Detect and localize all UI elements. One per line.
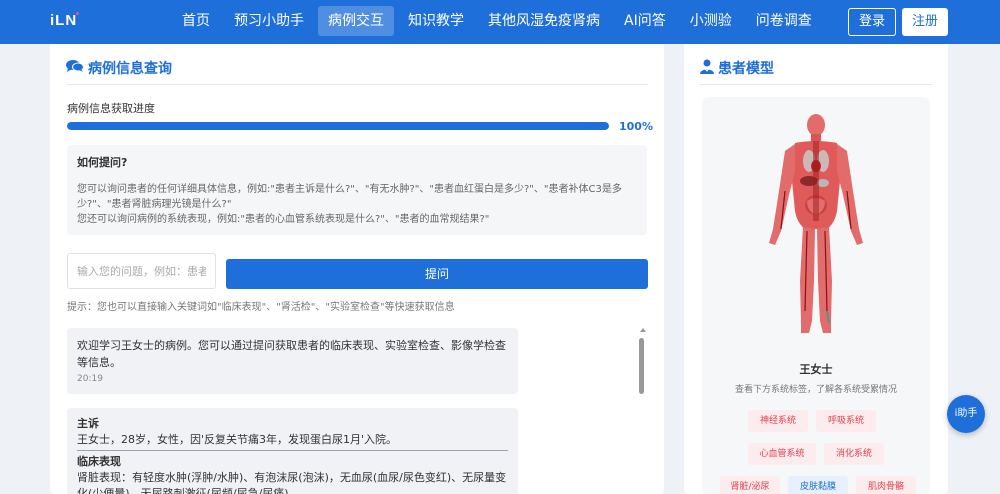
howto-box: 如何提问? 您可以询问患者的任何详细具体信息，例如:"患者主诉是什么?"、"有无… (67, 145, 647, 235)
login-button[interactable]: 登录 (848, 8, 896, 36)
chat-scrollbar-thumb[interactable] (639, 338, 644, 394)
tag-renal-urinary[interactable]: 肾脏/泌尿 (720, 476, 780, 494)
nav-item-other-diseases[interactable]: 其他风湿免疫肾病 (478, 6, 610, 36)
nav-item-quiz[interactable]: 小测验 (680, 6, 742, 36)
tag-cardiovascular-system[interactable]: 心血管系统 (748, 443, 816, 465)
reply-text-clinical: 肾脏表现：有轻度水肿(浮肿/水肿)、有泡沫尿(泡沫)，无血尿(血尿/尿色变红)、… (77, 471, 507, 494)
case-query-panel: 病例信息查询 病例信息获取进度 100% 如何提问? 您可以询问患者的任何详细具… (50, 44, 664, 494)
tag-nervous-system[interactable]: 神经系统 (748, 410, 808, 432)
hint-text: 提示：您也可以直接输入关键词如"临床表现"、"肾活检"、"实验室检查"等快速获取… (67, 302, 455, 313)
scroll-up-arrow-icon[interactable] (640, 328, 646, 332)
title-divider (66, 84, 648, 85)
title-divider (700, 84, 932, 85)
patient-model-title: 患者模型 (700, 58, 774, 78)
nav-item-survey[interactable]: 问卷调查 (746, 6, 822, 36)
patient-model-panel: 患者模型 王女士 查看下方系统标签，了解各系统受累情况 神经系统 呼吸系统 心血… (684, 44, 948, 494)
tag-digestive-system[interactable]: 消化系统 (824, 443, 884, 465)
nav-item-ai-qa[interactable]: AI问答 (614, 6, 676, 36)
progress-bar-fill (67, 122, 609, 130)
progress-bar (67, 122, 609, 130)
body-model-card: 王女士 查看下方系统标签，了解各系统受累情况 神经系统 呼吸系统 心血管系统 消… (702, 97, 930, 494)
chat-bubbles-icon (66, 59, 84, 77)
message-text: 欢迎学习王女士的病例。您可以通过提问获取患者的临床表现、实验室检查、影像学检查等… (77, 339, 506, 369)
tag-respiratory-system[interactable]: 呼吸系统 (816, 410, 876, 432)
tag-skin-mucosa[interactable]: 皮肤黏膜 (788, 476, 848, 494)
patient-hint: 查看下方系统标签，了解各系统受累情况 (734, 385, 897, 395)
chat-message: 欢迎学习王女士的病例。您可以通过提问获取患者的临床表现、实验室检查、影像学检查等… (67, 328, 518, 394)
logo[interactable]: iLN (50, 12, 80, 29)
assistant-float-button[interactable]: i助手 (947, 395, 985, 433)
register-button[interactable]: 注册 (902, 8, 948, 36)
nav-item-knowledge-teaching[interactable]: 知识教学 (398, 6, 474, 36)
ask-button[interactable]: 提问 (226, 259, 648, 289)
howto-title: 如何提问? (77, 156, 128, 169)
human-body-illustration[interactable] (755, 111, 877, 337)
reply-heading-complaint: 主诉 (77, 417, 99, 430)
progress-percent: 100% (619, 120, 653, 133)
progress-label: 病例信息获取进度 (67, 102, 155, 115)
question-input[interactable] (67, 253, 216, 289)
reply-divider (77, 450, 508, 451)
nav-item-preview-assistant[interactable]: 预习小助手 (224, 6, 314, 36)
reply-heading-clinical: 临床表现 (77, 455, 121, 468)
nav-item-case-interaction[interactable]: 病例交互 (318, 6, 394, 36)
chat-history[interactable]: 欢迎学习王女士的病例。您可以通过提问获取患者的临床表现、实验室检查、影像学检查等… (67, 328, 647, 494)
message-time: 20:19 (77, 374, 103, 384)
tag-musculoskeletal[interactable]: 肌肉骨骼 (856, 476, 916, 494)
howto-line-2: 您还可以询问病例的系统表现，例如:"患者的心血管系统表现是什么?"、"患者的血常… (77, 214, 490, 225)
reply-text-complaint: 王女士，28岁，女性，因'反复关节痛3年，发现蛋白尿1月'入院。 (77, 433, 398, 446)
main-nav: 首页 预习小助手 病例交互 知识教学 其他风湿免疫肾病 AI问答 小测验 问卷调… (172, 6, 826, 38)
case-query-title: 病例信息查询 (66, 58, 172, 78)
chat-message-reply: 主诉 王女士，28岁，女性，因'反复关节痛3年，发现蛋白尿1月'入院。 临床表现… (67, 408, 518, 494)
doctor-icon (700, 59, 714, 78)
nav-item-home[interactable]: 首页 (172, 6, 220, 36)
patient-name: 王女士 (799, 363, 833, 376)
howto-line-1: 您可以询问患者的任何详细具体信息，例如:"患者主诉是什么?"、"有无水肿?"、"… (77, 184, 622, 210)
top-navbar: iLN 首页 预习小助手 病例交互 知识教学 其他风湿免疫肾病 AI问答 小测验… (0, 0, 1000, 44)
